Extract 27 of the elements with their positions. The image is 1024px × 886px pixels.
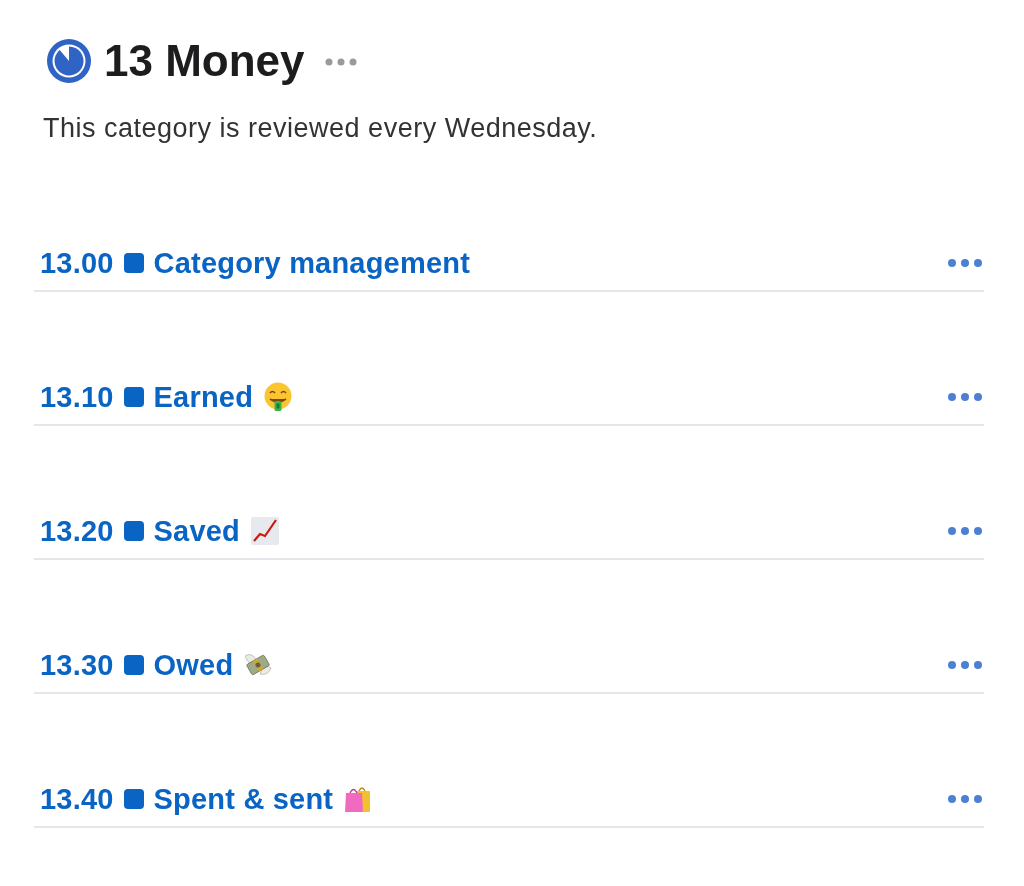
area-title: Category management <box>153 246 471 281</box>
money-face-icon <box>263 382 294 412</box>
square-icon <box>123 789 144 809</box>
ellipsis-icon <box>948 661 982 669</box>
area-number: 13.30 <box>40 648 114 683</box>
description: This category is reviewed every Wednesday. <box>43 112 598 144</box>
square-icon <box>123 521 144 541</box>
square-icon <box>123 253 144 273</box>
ellipsis-icon <box>948 259 982 267</box>
chart-increasing-icon <box>250 516 281 546</box>
more-button[interactable] <box>324 58 357 66</box>
area-number: 13.00 <box>40 246 114 281</box>
area-title: Earned <box>153 380 254 415</box>
area-title: Owed <box>153 648 234 683</box>
area-number: 13.40 <box>40 782 114 817</box>
area-number: 13.20 <box>40 514 114 549</box>
pie-chart-icon <box>47 39 91 83</box>
area-number: 13.10 <box>40 380 114 415</box>
ellipsis-icon <box>948 527 982 535</box>
area-title: Saved <box>153 514 241 549</box>
ellipsis-icon <box>324 58 357 66</box>
square-icon <box>123 655 144 675</box>
square-icon <box>123 387 144 407</box>
ellipsis-icon <box>948 393 982 401</box>
ellipsis-icon <box>948 795 982 803</box>
area-title: Spent & sent <box>153 782 334 817</box>
page-title: 13 Money <box>104 36 305 86</box>
